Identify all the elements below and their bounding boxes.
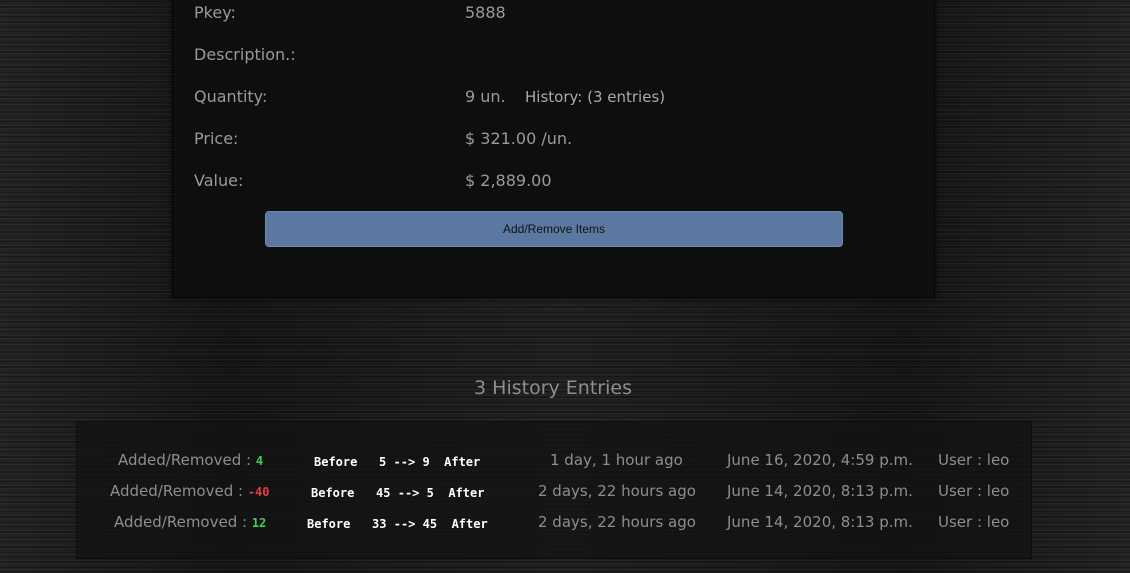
value-label: Value: [194, 171, 244, 190]
relative-time: 2 days, 22 hours ago [538, 513, 696, 531]
entry-user: User : leo [938, 482, 1010, 500]
description-row: Description.: [173, 45, 934, 69]
arrow-text: --> [393, 455, 416, 469]
history-row: Added/Removed : 12 Before 33 --> 45 Afte… [77, 513, 1031, 537]
before-label: Before [311, 486, 355, 500]
pkey-label: Pkey: [194, 3, 236, 22]
delta-value: -40 [247, 485, 270, 499]
before-label: Before [314, 455, 358, 469]
before-after-cell: Before 45 --> 5 After [311, 486, 484, 500]
item-details-card: Pkey: 5888 Description.: Quantity: 9 un.… [172, 0, 935, 298]
change-cell: Added/Removed : -40 [110, 482, 270, 500]
value-row: Value: $ 2,889.00 [173, 171, 934, 195]
change-cell: Added/Removed : 4 [118, 451, 263, 469]
before-after-cell: Before 5 --> 9 After [314, 455, 480, 469]
after-label: After [451, 517, 488, 531]
relative-time: 2 days, 22 hours ago [538, 482, 696, 500]
entry-user: User : leo [938, 451, 1010, 469]
before-value: 45 [376, 486, 391, 500]
history-row: Added/Removed : -40 Before 45 --> 5 Afte… [77, 482, 1031, 506]
quantity-value: 9 un. [465, 87, 506, 106]
entry-date: June 14, 2020, 8:13 p.m. [727, 513, 913, 531]
entry-date: June 16, 2020, 4:59 p.m. [727, 451, 913, 469]
pkey-row: Pkey: 5888 [173, 3, 934, 27]
before-value: 33 [372, 517, 387, 531]
entry-date: June 14, 2020, 8:13 p.m. [727, 482, 913, 500]
description-label: Description.: [194, 45, 296, 64]
after-label: After [444, 455, 481, 469]
before-value: 5 [379, 455, 387, 469]
price-label: Price: [194, 129, 239, 148]
change-label: Added/Removed : [118, 451, 256, 469]
change-label: Added/Removed : [110, 482, 248, 500]
before-after-cell: Before 33 --> 45 After [307, 517, 488, 531]
entry-user: User : leo [938, 513, 1010, 531]
after-label: After [448, 486, 485, 500]
quantity-row: Quantity: 9 un. History: (3 entries) [173, 87, 934, 111]
after-value: 45 [422, 517, 438, 531]
price-value: $ 321.00 /un. [465, 129, 573, 148]
price-row: Price: $ 321.00 /un. [173, 129, 934, 153]
quantity-label: Quantity: [194, 87, 268, 106]
add-remove-items-button[interactable]: Add/Remove Items [265, 211, 843, 247]
value-value: $ 2,889.00 [465, 171, 552, 190]
history-link[interactable]: History: (3 entries) [525, 88, 665, 106]
after-value: 9 [422, 455, 430, 469]
arrow-text: --> [397, 486, 420, 500]
before-label: Before [307, 517, 351, 531]
after-value: 5 [426, 486, 434, 500]
change-label: Added/Removed : [114, 513, 252, 531]
arrow-text: --> [393, 517, 416, 531]
pkey-value: 5888 [465, 3, 506, 22]
relative-time: 1 day, 1 hour ago [550, 451, 683, 469]
delta-value: 4 [255, 454, 264, 468]
history-title: 3 History Entries [474, 377, 632, 399]
change-cell: Added/Removed : 12 [114, 513, 266, 531]
history-row: Added/Removed : 4 Before 5 --> 9 After 1… [77, 451, 1031, 475]
delta-value: 12 [251, 516, 267, 530]
history-list: Added/Removed : 4 Before 5 --> 9 After 1… [76, 421, 1032, 559]
